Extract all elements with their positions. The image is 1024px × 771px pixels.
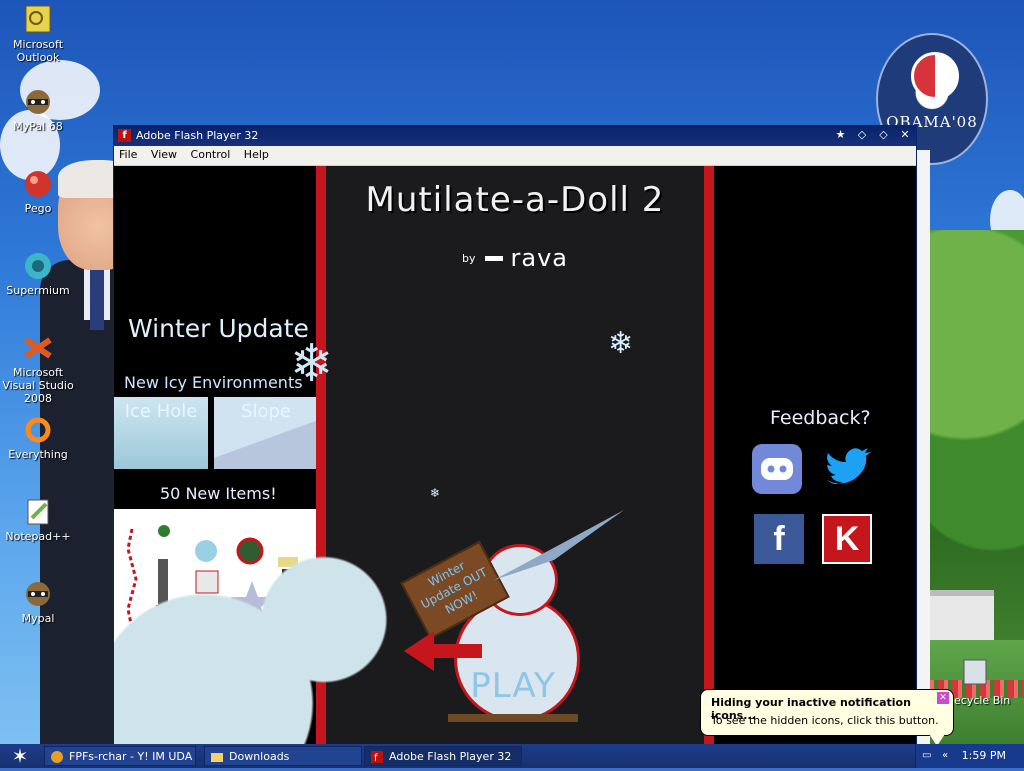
raccoon-icon [22,86,54,118]
taskbar-item-messenger[interactable]: FPFs-rchar - Y! IM UDA [44,746,196,766]
discord-icon [761,458,793,480]
desktop-icon-mypal-68[interactable]: MyPal 68 [0,86,76,133]
flash-player-window: f Adobe Flash Player 32 ★ ◇ ◇ ✕ File Vie… [113,125,917,746]
outlook-icon [22,4,54,36]
menu-view[interactable]: View [146,146,182,163]
flash-icon: f [370,750,384,764]
new-environments-heading: New Icy Environments [124,373,303,392]
desktop-icon-label: MyPal 68 [13,120,63,133]
balloon-text: To see the hidden icons, click this butt… [711,714,939,727]
environment-label: Slope [241,401,291,422]
game-title: Mutilate-a-Doll 2 [365,180,665,220]
taskbar-item-label: FPFs-rchar - Y! IM UDA [69,750,193,763]
desktop-icon-label: Supermium [6,284,70,297]
desktop-icon-pego[interactable]: Pego [0,168,76,215]
bench [448,714,578,722]
window-title: Adobe Flash Player 32 [136,129,259,142]
start-button[interactable]: ✶ [3,746,37,766]
pego-icon [22,168,54,200]
desktop-icon-microsoft-visual-studio-2008[interactable]: Microsoft Visual Studio 2008 [0,332,76,405]
visual-studio-icon [22,332,54,364]
desktop-icon-label: Notepad++ [5,530,71,543]
notification-balloon[interactable]: Hiding your inactive notification icons.… [700,689,954,746]
stage-border-right [704,166,714,745]
snowflake-icon: ❄ [290,334,334,394]
obama-logo-icon [911,52,959,100]
byline-author: rava [510,244,568,272]
maximize-button[interactable]: ◇ [877,128,891,142]
background-window-edge [915,150,930,744]
kongregate-icon: K [834,520,860,558]
author-logo-dash [485,255,503,261]
balloon-close-button[interactable]: ✕ [937,692,949,704]
taskbar-item-flash-player[interactable]: f Adobe Flash Player 32 [364,746,522,766]
menu-file[interactable]: File [114,146,142,163]
desktop-icon-microsoft-outlook[interactable]: Microsoft Outlook [0,4,76,64]
blade-icon [494,510,624,580]
desktop-icon-mypal[interactable]: Mypal [0,578,76,625]
snowflake-icon: ❄ [430,486,441,500]
messenger-icon [50,750,64,764]
flash-app-icon: f [118,129,131,142]
supermium-icon [22,250,54,282]
system-tray: ▭ « 1:59 PM [915,744,1024,768]
window-controls: ★ ◇ ◇ ✕ [830,128,913,142]
environment-slope[interactable]: Slope [214,397,318,469]
taskbar: ✶ FPFs-rchar - Y! IM UDA Downloads f Ado… [0,744,1024,768]
environment-ice-hole[interactable]: Ice Hole [114,397,208,469]
wallpaper-house [924,590,994,646]
byline-by: by [462,251,476,265]
twitter-button[interactable] [822,444,872,494]
snowflake-icon: ❄ [608,326,634,361]
kongregate-button[interactable]: K [822,514,872,564]
desktop-icon-label: Microsoft Visual Studio 2008 [2,366,74,405]
game-byline: by rava [326,244,704,272]
recycle-bin-icon[interactable] [956,656,996,686]
environment-label: Ice Hole [124,401,198,422]
close-button[interactable]: ✕ [898,128,912,142]
folder-icon [210,750,224,764]
show-hidden-icons-button[interactable]: « [942,750,948,761]
flash-game-canvas[interactable]: Winter Update New Icy Environments Ice H… [114,166,916,745]
twitter-icon [827,448,871,485]
taskbar-item-downloads[interactable]: Downloads [204,746,362,766]
taskbar-item-label: Downloads [229,750,290,763]
person-tie [90,270,104,330]
desktop-icon-label: Mypal [21,612,55,625]
minimize-button[interactable]: ◇ [855,128,869,142]
desktop-icon-everything[interactable]: Everything [0,414,76,461]
svg-text:f: f [374,753,378,764]
discord-button[interactable] [752,444,802,494]
feedback-heading: Feedback? [770,407,871,429]
desktop-icon-label: Pego [24,202,52,215]
facebook-icon: f [773,520,785,558]
winter-update-heading: Winter Update [128,314,309,343]
menu-bar: File View Control Help [114,146,916,166]
notepad-icon [22,496,54,528]
facebook-button[interactable]: f [754,514,804,564]
keyboard-icon[interactable]: ▭ [922,750,931,761]
menu-help[interactable]: Help [239,146,274,163]
new-items-heading: 50 New Items! [160,484,277,503]
play-button[interactable]: PLAY [468,666,558,706]
menu-control[interactable]: Control [186,146,236,163]
recycle-bin-label: ecycle Bin [954,694,1011,707]
giant-snowflake [114,536,414,745]
clock[interactable]: 1:59 PM [962,749,1006,762]
pin-icon[interactable]: ★ [834,128,848,142]
desktop-icon-label: Everything [8,448,68,461]
taskbar-item-label: Adobe Flash Player 32 [389,750,512,763]
desktop-icon-supermium[interactable]: Supermium [0,250,76,297]
right-panel: Feedback? f K [714,166,916,745]
raccoon-icon [22,578,54,610]
window-titlebar[interactable]: f Adobe Flash Player 32 ★ ◇ ◇ ✕ [114,126,916,146]
desktop-icon-label: Microsoft Outlook [12,38,64,64]
desktop-icon-notepad-plus-plus[interactable]: Notepad++ [0,496,76,543]
everything-icon [22,414,54,446]
